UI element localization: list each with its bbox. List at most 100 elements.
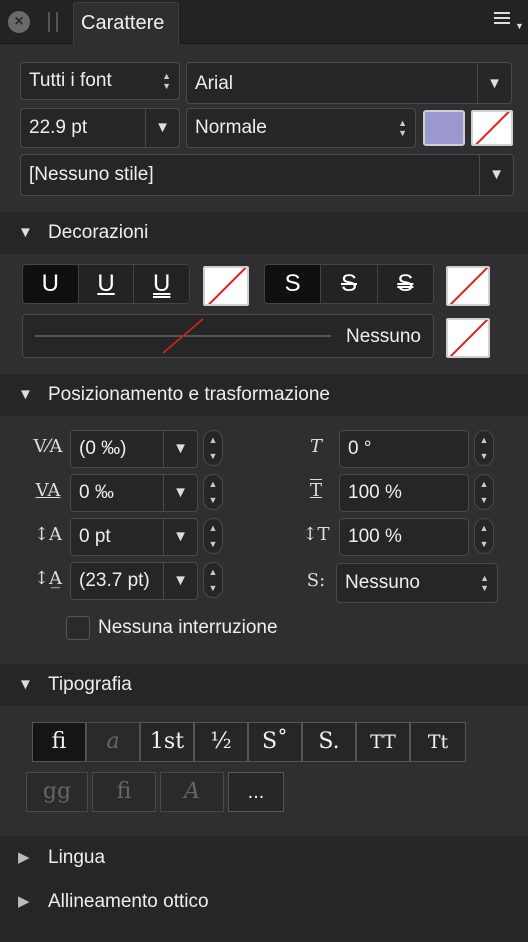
kerning-field[interactable]: (0 ‰) ▼ xyxy=(70,430,198,468)
triangle-down-icon: ▼ xyxy=(18,676,33,693)
tracking-value: 0 ‰ xyxy=(79,482,114,503)
chevron-down-icon[interactable]: ▼ xyxy=(163,475,197,511)
character-style-select[interactable]: [Nessuno stile] ▼ xyxy=(20,154,514,196)
swash-a-icon[interactable]: A xyxy=(160,772,224,812)
strike-single-button[interactable]: S xyxy=(321,265,378,303)
underline-double-button[interactable]: U xyxy=(134,265,189,303)
tracking-icon: VA xyxy=(35,480,61,501)
shear-icon: T xyxy=(309,436,322,457)
leading-field[interactable]: (23.7 pt) ▼ xyxy=(70,562,198,600)
underline-none-button[interactable]: U xyxy=(23,265,79,303)
section-decorazioni[interactable]: ▼ Decorazioni xyxy=(0,212,528,254)
ligature-fi-button[interactable]: fi xyxy=(32,722,86,762)
subscript-button[interactable]: S. xyxy=(302,722,356,762)
character-style-label: [Nessuno stile] xyxy=(29,164,154,185)
horizontal-scale-stepper[interactable]: ▲ ▼ xyxy=(474,474,494,510)
font-weight-select[interactable]: Normale ▲ ▼ xyxy=(186,108,416,148)
font-collection-label: Tutti i font xyxy=(29,70,112,91)
no-break-checkbox[interactable] xyxy=(66,616,90,640)
stroke-none-swatch[interactable] xyxy=(471,110,513,146)
fractions-button[interactable]: ½ xyxy=(194,722,248,762)
section-posizionamento[interactable]: ▼ Posizionamento e trasformazione xyxy=(0,374,528,416)
horizontal-scale-field[interactable]: 100 % xyxy=(339,474,469,512)
superscript-button[interactable]: S˚ xyxy=(248,722,302,762)
kerning-value: (0 ‰) xyxy=(79,438,127,459)
line-color-swatch[interactable] xyxy=(446,318,490,358)
superscript-select[interactable]: Nessuno ▲ ▼ xyxy=(336,563,498,603)
section-title: Posizionamento e trasformazione xyxy=(48,384,330,405)
leading-stepper[interactable]: ▲ ▼ xyxy=(203,562,223,598)
tracking-field[interactable]: 0 ‰ ▼ xyxy=(70,474,198,512)
line-style-select[interactable]: Nessuno xyxy=(22,314,434,358)
section-allineamento-ottico[interactable]: ▶ Allineamento ottico xyxy=(0,880,528,924)
font-family-label: Arial xyxy=(195,73,234,94)
font-size-field[interactable]: 22.9 pt ▼ xyxy=(20,108,180,148)
section-title: Lingua xyxy=(48,847,106,868)
kerning-icon: V⁄A xyxy=(33,436,63,457)
shear-field[interactable]: 0 ° xyxy=(339,430,469,468)
leading-value: (23.7 pt) xyxy=(79,570,150,591)
small-caps-button[interactable]: Tt xyxy=(410,722,466,762)
updown-icon: ▲ ▼ xyxy=(480,573,489,593)
section-title: Decorazioni xyxy=(48,222,149,243)
triangle-right-icon: ▶ xyxy=(18,849,30,866)
vertical-scale-icon: ↕T xyxy=(302,524,330,545)
section-title: Allineamento ottico xyxy=(48,891,209,912)
strikethrough-segment: S S S xyxy=(264,264,434,304)
horizontal-scale-icon: T xyxy=(309,480,322,501)
panel-tab-bar: × Carattere ▼ xyxy=(0,0,528,44)
triangle-down-icon: ▼ xyxy=(18,386,33,403)
stylistic-set-gg-icon[interactable]: gg xyxy=(26,772,88,812)
strike-none-button[interactable]: S xyxy=(265,265,322,303)
section-lingua[interactable]: ▶ Lingua xyxy=(0,836,528,880)
drag-grip-icon[interactable] xyxy=(48,12,58,32)
strike-color-swatch[interactable] xyxy=(446,266,490,306)
line-preview xyxy=(35,318,331,354)
panel-menu-icon[interactable]: ▼ xyxy=(494,12,524,34)
font-size-value: 22.9 pt xyxy=(29,117,88,138)
vertical-scale-value: 100 % xyxy=(348,526,402,547)
baseline-value: 0 pt xyxy=(79,526,111,547)
tab-carattere[interactable]: Carattere xyxy=(73,2,179,44)
shear-stepper[interactable]: ▲ ▼ xyxy=(474,430,494,466)
no-break-label: Nessuna interruzione xyxy=(98,617,278,638)
horizontal-scale-value: 100 % xyxy=(348,482,402,503)
collapsed-sections: ▶ Lingua ▶ Allineamento ottico xyxy=(0,836,528,942)
updown-icon: ▲ ▼ xyxy=(162,71,171,91)
chevron-down-icon[interactable]: ▼ xyxy=(163,563,197,599)
fill-color-swatch[interactable] xyxy=(423,110,465,146)
vertical-scale-field[interactable]: 100 % xyxy=(339,518,469,556)
close-panel-icon[interactable]: × xyxy=(8,11,30,33)
vertical-scale-stepper[interactable]: ▲ ▼ xyxy=(474,518,494,554)
shear-value: 0 ° xyxy=(348,438,372,459)
font-family-select[interactable]: Arial ▼ xyxy=(186,62,512,104)
section-tipografia[interactable]: ▼ Tipografia xyxy=(0,664,528,706)
all-caps-button[interactable]: TT xyxy=(356,722,410,762)
framed-fi-icon[interactable]: ﬁ xyxy=(92,772,156,812)
underline-color-swatch[interactable] xyxy=(203,266,249,306)
chevron-down-icon[interactable]: ▼ xyxy=(163,519,197,555)
section-title: Tipografia xyxy=(48,674,132,695)
triangle-right-icon: ▶ xyxy=(18,893,30,910)
font-collection-select[interactable]: Tutti i font ▲ ▼ xyxy=(20,62,180,100)
superscript-label: Nessuno xyxy=(345,572,420,593)
leading-icon: ↕A̲ xyxy=(33,568,63,589)
underline-single-button[interactable]: U xyxy=(78,265,135,303)
ordinals-button[interactable]: 1st xyxy=(140,722,194,762)
kerning-stepper[interactable]: ▲ ▼ xyxy=(203,430,223,466)
chevron-down-icon[interactable]: ▼ xyxy=(479,155,513,195)
superscript-icon: S: xyxy=(306,570,326,591)
more-options-button[interactable]: ... xyxy=(228,772,284,812)
baseline-stepper[interactable]: ▲ ▼ xyxy=(203,518,223,554)
baseline-icon: ↕A xyxy=(33,524,63,545)
chevron-down-icon[interactable]: ▼ xyxy=(145,109,179,147)
tracking-stepper[interactable]: ▲ ▼ xyxy=(203,474,223,510)
chevron-down-icon[interactable]: ▼ xyxy=(477,63,511,103)
alternates-button[interactable]: a xyxy=(86,722,140,762)
triangle-down-icon: ▼ xyxy=(18,224,33,241)
font-weight-label: Normale xyxy=(195,117,267,138)
chevron-down-icon[interactable]: ▼ xyxy=(163,431,197,467)
strike-double-button[interactable]: S xyxy=(377,265,433,303)
baseline-field[interactable]: 0 pt ▼ xyxy=(70,518,198,556)
line-style-label: Nessuno xyxy=(346,326,421,347)
